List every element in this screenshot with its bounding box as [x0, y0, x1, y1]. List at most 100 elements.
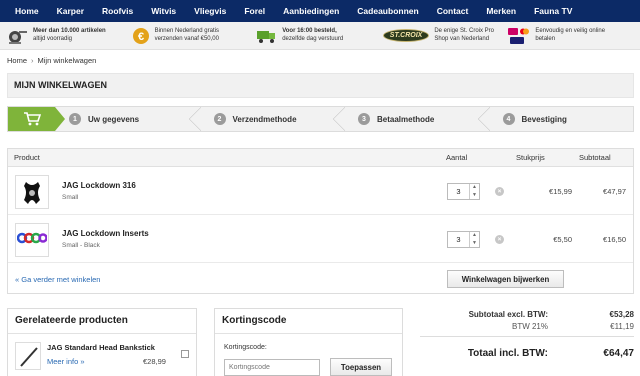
- usp-payment: Eenvoudig en veilig online betalen: [508, 27, 634, 45]
- usp-assortment: Meer dan 10.000 artikelen altijd voorradi…: [6, 27, 132, 45]
- cart-header: Product Aantal Stukprijs Subtotaal: [8, 149, 633, 167]
- usp-line2: betalen: [535, 35, 556, 42]
- step-number: 1: [69, 113, 81, 125]
- page-title: MIJN WINKELWAGEN: [7, 73, 634, 98]
- related-products: Gerelateerde producten JAG Standard Head…: [7, 308, 197, 376]
- product-thumbnail[interactable]: [15, 175, 49, 209]
- svg-text:€: €: [138, 31, 144, 43]
- nav-fauna-tv[interactable]: Fauna TV: [525, 0, 581, 22]
- nav-home[interactable]: Home: [6, 0, 48, 22]
- qty-up-icon[interactable]: ▲: [470, 184, 479, 192]
- product-variant: Small: [62, 194, 79, 201]
- step-label: Bevestiging: [521, 114, 567, 124]
- related-name[interactable]: JAG Standard Head Bankstick: [47, 343, 175, 352]
- usp-line2: altijd voorradig: [33, 35, 73, 42]
- product-thumbnail[interactable]: [15, 223, 49, 257]
- remove-item-icon[interactable]: ×: [495, 187, 504, 196]
- coupon-input[interactable]: [224, 359, 320, 376]
- breadcrumb: Home › Mijn winkelwagen: [7, 56, 96, 65]
- related-thumbnail[interactable]: [15, 342, 41, 370]
- step-label: Betaalmethode: [377, 114, 435, 124]
- coupon-title: Kortingscode: [215, 309, 402, 334]
- header-product: Product: [14, 153, 40, 162]
- main-nav: Home Karper Roofvis Witvis Vliegvis Fore…: [0, 0, 640, 22]
- fishing-reel-icon: [9, 30, 27, 44]
- related-price: €28,99: [143, 357, 166, 366]
- unit-price: €5,50: [553, 235, 572, 244]
- product-name[interactable]: JAG Lockdown 316: [62, 181, 136, 190]
- related-title: Gerelateerde producten: [8, 309, 196, 334]
- euro-coin-icon: €: [132, 27, 149, 44]
- qty-down-icon[interactable]: ▼: [470, 240, 479, 248]
- quantity-stepper[interactable]: ▲▼: [447, 231, 480, 248]
- btw-value: €11,19: [610, 322, 634, 331]
- usp-bar: Meer dan 10.000 artikelen altijd voorradi…: [0, 22, 640, 50]
- qty-down-icon[interactable]: ▼: [470, 192, 479, 200]
- product-name[interactable]: JAG Lockdown Inserts: [62, 229, 149, 238]
- header-subtotal: Subtotaal: [579, 153, 611, 162]
- header-qty: Aantal: [446, 153, 468, 162]
- quantity-input[interactable]: [448, 232, 469, 247]
- cart-row: JAG Lockdown Inserts Small - Black ▲▼ × …: [8, 216, 633, 263]
- total-value: €64,47: [603, 348, 634, 359]
- header-unit-price: Stukprijs: [516, 153, 545, 162]
- cart-table: Product Aantal Stukprijs Subtotaal JAG L…: [7, 148, 634, 294]
- coupon-box: Kortingscode Kortingscode: Toepassen: [214, 308, 403, 376]
- row-subtotal: €16,50: [603, 235, 626, 244]
- delivery-truck-icon: [257, 30, 276, 43]
- bankstick-image: [20, 347, 38, 367]
- checkout-steps: 1 Uw gegevens 2 Verzendmethode 3 Betaalm…: [7, 106, 634, 132]
- usp-shipping: € Binnen Nederland gratis verzenden vanaf…: [132, 27, 258, 45]
- breadcrumb-home[interactable]: Home: [7, 56, 27, 65]
- quantity-input[interactable]: [448, 184, 469, 199]
- step-verzendmethode: 2 Verzendmethode: [200, 107, 345, 131]
- nav-witvis[interactable]: Witvis: [142, 0, 185, 22]
- coupon-label: Kortingscode:: [224, 344, 267, 351]
- breadcrumb-current: Mijn winkelwagen: [37, 56, 97, 65]
- shopping-cart-icon: [23, 112, 41, 126]
- cart-row: JAG Lockdown 316 Small ▲▼ × €15,99 €47,9…: [8, 168, 633, 215]
- related-item: JAG Standard Head Bankstick Meer info » …: [15, 342, 190, 372]
- subtotal-label: Subtotaal excl. BTW:: [468, 310, 548, 319]
- row-subtotal: €47,97: [603, 187, 626, 196]
- update-cart-button[interactable]: Winkelwagen bijwerken: [447, 270, 564, 288]
- usp-line1: Eenvoudig en veilig online: [535, 28, 606, 34]
- nav-cadeaubonnen[interactable]: Cadeaubonnen: [348, 0, 427, 22]
- subtotal-value: €53,28: [609, 310, 634, 319]
- breadcrumb-separator: ›: [31, 56, 34, 65]
- usp-line1: Voor 16:00 besteld,: [282, 28, 337, 34]
- inserts-image: [17, 232, 47, 244]
- step-number: 4: [502, 113, 515, 125]
- quantity-stepper[interactable]: ▲▼: [447, 183, 480, 200]
- step-cart: [8, 107, 65, 131]
- usp-line1: Binnen Nederland gratis: [154, 28, 219, 34]
- usp-stcroix: ST.CROIX De enige St. Croix Pro Shop van …: [382, 28, 509, 43]
- btw-label: BTW 21%: [511, 322, 548, 331]
- related-more-info-link[interactable]: Meer info »: [47, 357, 85, 366]
- step-uw-gegevens: 1 Uw gegevens: [55, 107, 200, 131]
- usp-line1: De enige St. Croix Pro: [434, 28, 495, 34]
- usp-line2: verzenden vanaf €50,00: [154, 35, 219, 42]
- step-betaalmethode: 3 Betaalmethode: [344, 107, 489, 131]
- step-number: 2: [213, 113, 226, 125]
- related-checkbox[interactable]: [181, 350, 189, 358]
- nav-aanbiedingen[interactable]: Aanbiedingen: [274, 0, 348, 22]
- usp-delivery: Voor 16:00 besteld, dezelfde dag verstuur…: [257, 28, 383, 44]
- product-variant: Small - Black: [62, 242, 100, 249]
- nav-vliegvis[interactable]: Vliegvis: [185, 0, 235, 22]
- nav-merken[interactable]: Merken: [477, 0, 525, 22]
- payment-methods-icon: [508, 27, 530, 44]
- nav-contact[interactable]: Contact: [428, 0, 478, 22]
- apply-coupon-button[interactable]: Toepassen: [330, 358, 392, 376]
- total-label: Totaal incl. BTW:: [467, 348, 548, 359]
- remove-item-icon[interactable]: ×: [495, 235, 504, 244]
- nav-forel[interactable]: Forel: [235, 0, 274, 22]
- continue-shopping-link[interactable]: « Ga verder met winkelen: [15, 275, 100, 284]
- qty-up-icon[interactable]: ▲: [470, 232, 479, 240]
- st-croix-logo: ST.CROIX: [382, 29, 430, 42]
- usp-line1: Meer dan 10.000 artikelen: [33, 28, 106, 34]
- usp-line2: Shop van Nederland: [434, 35, 490, 42]
- step-number: 3: [358, 113, 370, 125]
- nav-roofvis[interactable]: Roofvis: [93, 0, 142, 22]
- nav-karper[interactable]: Karper: [48, 0, 93, 22]
